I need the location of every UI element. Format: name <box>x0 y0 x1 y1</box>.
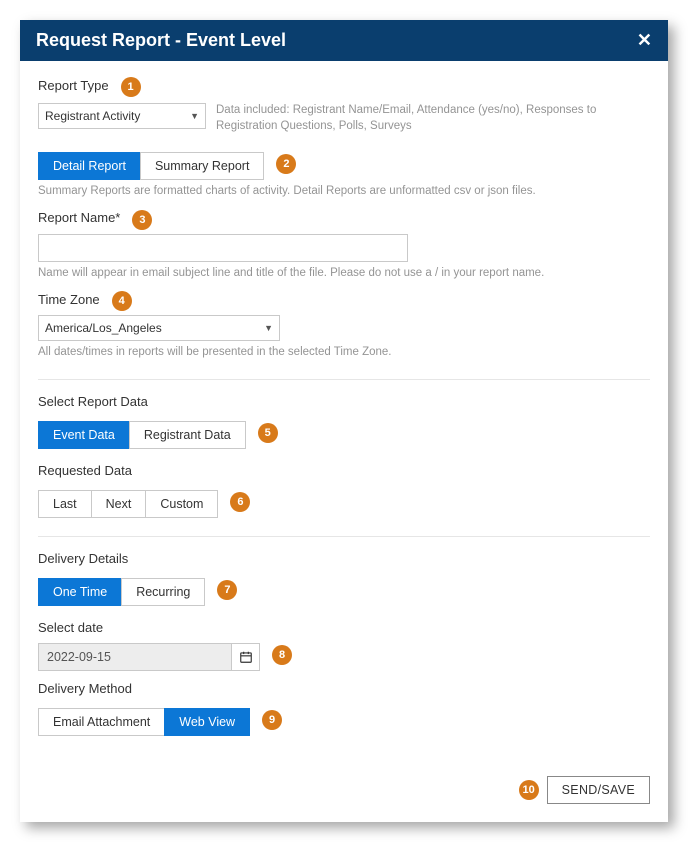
report-name-label: Report Name* <box>38 210 120 225</box>
delivery-details-section: Delivery Details <box>38 551 650 570</box>
report-type-select[interactable]: Registrant Activity ▼ <box>38 103 206 129</box>
request-report-modal: Request Report - Event Level ✕ Report Ty… <box>20 20 668 822</box>
annotation-7: 7 <box>217 580 237 600</box>
time-zone-select[interactable]: America/Los_Angeles ▼ <box>38 315 280 341</box>
one-time-button[interactable]: One Time <box>38 578 122 606</box>
next-button[interactable]: Next <box>91 490 147 518</box>
time-zone-selected: America/Los_Angeles <box>45 321 162 335</box>
custom-button[interactable]: Custom <box>145 490 218 518</box>
date-picker <box>38 643 260 671</box>
recurring-button[interactable]: Recurring <box>121 578 205 606</box>
time-zone-label-row: Time Zone 4 <box>38 291 650 311</box>
modal-body: Report Type 1 Registrant Activity ▼ Data… <box>20 61 668 754</box>
registrant-data-button[interactable]: Registrant Data <box>129 421 246 449</box>
select-report-data-group: Event Data Registrant Data <box>38 421 246 449</box>
divider <box>38 379 650 380</box>
delivery-method-section: Delivery Method <box>38 681 650 700</box>
event-data-button[interactable]: Event Data <box>38 421 130 449</box>
calendar-icon <box>239 650 253 664</box>
report-name-input[interactable] <box>38 234 408 262</box>
date-input[interactable] <box>38 643 232 671</box>
chevron-down-icon: ▼ <box>190 111 199 121</box>
annotation-9: 9 <box>262 710 282 730</box>
select-date-row: 8 <box>38 639 650 671</box>
divider <box>38 536 650 537</box>
report-type-label-row: Report Type 1 <box>38 77 650 97</box>
time-zone-label: Time Zone <box>38 292 100 307</box>
email-attachment-button[interactable]: Email Attachment <box>38 708 165 736</box>
annotation-8: 8 <box>272 645 292 665</box>
report-type-label: Report Type <box>38 78 109 93</box>
report-mode-help: Summary Reports are formatted charts of … <box>38 184 650 200</box>
select-report-data-section: Select Report Data <box>38 394 650 413</box>
annotation-2: 2 <box>276 154 296 174</box>
delivery-details-group: One Time Recurring <box>38 578 205 606</box>
annotation-3: 3 <box>132 210 152 230</box>
report-name-label-row: Report Name* 3 <box>38 210 650 230</box>
calendar-button[interactable] <box>232 643 260 671</box>
report-mode-group: Detail Report Summary Report <box>38 152 264 180</box>
delivery-method-group: Email Attachment Web View <box>38 708 250 736</box>
annotation-10: 10 <box>519 780 539 800</box>
delivery-method-row: Email Attachment Web View 9 <box>38 704 650 736</box>
delivery-details-row: One Time Recurring 7 <box>38 574 650 606</box>
summary-report-button[interactable]: Summary Report <box>140 152 264 180</box>
report-type-selected: Registrant Activity <box>45 109 140 123</box>
select-date-label: Select date <box>38 620 103 635</box>
select-date-section: Select date <box>38 620 650 639</box>
delivery-details-label: Delivery Details <box>38 551 128 566</box>
requested-data-section: Requested Data <box>38 463 650 482</box>
report-mode-row: Detail Report Summary Report 2 <box>38 148 650 180</box>
annotation-5: 5 <box>258 423 278 443</box>
annotation-6: 6 <box>230 492 250 512</box>
close-icon[interactable]: ✕ <box>637 30 652 51</box>
report-type-row: Registrant Activity ▼ Data included: Reg… <box>38 103 650 134</box>
select-report-data-label: Select Report Data <box>38 394 148 409</box>
modal-header: Request Report - Event Level ✕ <box>20 20 668 61</box>
select-report-data-row: Event Data Registrant Data 5 <box>38 417 650 449</box>
requested-data-group: Last Next Custom <box>38 490 218 518</box>
detail-report-button[interactable]: Detail Report <box>38 152 141 180</box>
send-save-button[interactable]: SEND/SAVE <box>547 776 650 804</box>
web-view-button[interactable]: Web View <box>164 708 250 736</box>
modal-title: Request Report - Event Level <box>36 30 286 51</box>
annotation-1: 1 <box>121 77 141 97</box>
chevron-down-icon: ▼ <box>264 323 273 333</box>
requested-data-row: Last Next Custom 6 <box>38 486 650 518</box>
annotation-4: 4 <box>112 291 132 311</box>
report-name-help: Name will appear in email subject line a… <box>38 266 650 282</box>
modal-footer: 10 SEND/SAVE <box>20 754 668 822</box>
delivery-method-label: Delivery Method <box>38 681 132 696</box>
last-button[interactable]: Last <box>38 490 92 518</box>
requested-data-label: Requested Data <box>38 463 132 478</box>
report-type-help: Data included: Registrant Name/Email, At… <box>216 103 650 134</box>
time-zone-help: All dates/times in reports will be prese… <box>38 345 650 361</box>
